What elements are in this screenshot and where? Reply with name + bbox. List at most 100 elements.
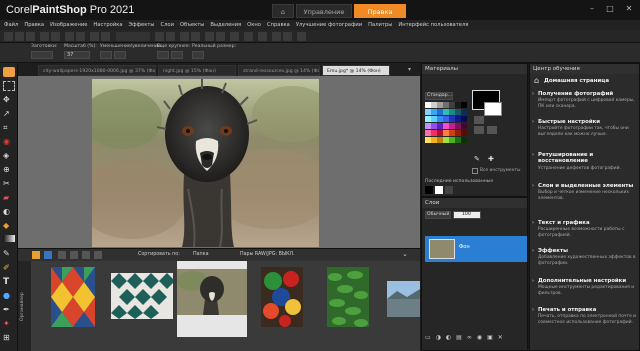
learning-item-get-photos[interactable]: › Получение фотографий Импорт фотографий… bbox=[532, 91, 638, 109]
actual-size-button[interactable] bbox=[192, 51, 204, 59]
tab-edit[interactable]: Правка bbox=[354, 4, 406, 18]
learning-home-link[interactable]: Домашняя страница bbox=[544, 78, 609, 84]
smart-fix-icon[interactable] bbox=[166, 32, 175, 41]
learning-item-advanced[interactable]: › Дополнительные настройки Мощные инстру… bbox=[532, 278, 638, 296]
settings-icon[interactable] bbox=[297, 32, 306, 41]
thumbnail-leaves[interactable] bbox=[327, 267, 369, 327]
learning-item-effects[interactable]: › Эффекты Добавление художественных эффе… bbox=[532, 248, 638, 266]
undo-icon[interactable] bbox=[65, 32, 74, 41]
tab-doc-strand[interactable]: strand-ressources.jpg @ 14% (Фон) bbox=[238, 65, 320, 76]
pan-tool-icon[interactable] bbox=[3, 67, 15, 77]
clone-tool-icon[interactable]: ⊕ bbox=[3, 165, 15, 175]
menu-help[interactable]: Справка bbox=[267, 22, 290, 28]
organizer-filter-icon[interactable] bbox=[70, 251, 78, 259]
copy-icon[interactable] bbox=[51, 32, 60, 41]
pattern-icon[interactable] bbox=[487, 126, 497, 134]
makeover-tool-icon[interactable]: ◈ bbox=[3, 151, 15, 161]
close-button[interactable]: ✕ bbox=[620, 2, 638, 16]
resize-icon[interactable] bbox=[101, 32, 110, 41]
layer-group-icon[interactable]: ▤ bbox=[456, 334, 462, 344]
menu-layers[interactable]: Слои bbox=[160, 22, 173, 28]
organizer-share-icon[interactable] bbox=[94, 251, 102, 259]
blend-mode-dropdown[interactable]: Обычный bbox=[425, 211, 451, 219]
more-tools-icon[interactable]: ⊞ bbox=[3, 333, 15, 343]
layer-icon[interactable] bbox=[191, 32, 200, 41]
organizer-tag-icon[interactable] bbox=[58, 251, 66, 259]
warp-brush-icon[interactable]: ✦ bbox=[3, 319, 15, 329]
organizer-star-icon[interactable] bbox=[82, 251, 90, 259]
zoom-icon[interactable] bbox=[230, 32, 239, 41]
background-color-swatch[interactable] bbox=[484, 102, 502, 116]
add-swatch-icon[interactable]: ✚ bbox=[488, 155, 494, 163]
eraser-tool-icon[interactable]: ▰ bbox=[3, 193, 15, 203]
thumbnail-vegetables[interactable] bbox=[261, 267, 303, 327]
art-media-icon[interactable]: ✐ bbox=[3, 263, 15, 273]
learning-item-layers[interactable]: › Слои и выделенные элементы Выбор и чет… bbox=[532, 183, 638, 201]
text-icon[interactable] bbox=[180, 32, 189, 41]
lock-icon[interactable]: ▣ bbox=[487, 334, 493, 344]
eyedropper-icon[interactable]: ✎ bbox=[474, 155, 480, 163]
texture-icon[interactable] bbox=[474, 126, 484, 134]
thumbnail-landscape[interactable] bbox=[387, 281, 420, 317]
gradient-tool-icon[interactable] bbox=[3, 235, 15, 242]
maximize-button[interactable]: □ bbox=[601, 2, 619, 16]
swap-colors-icon[interactable] bbox=[474, 116, 484, 124]
thumbnail-emu-selected[interactable] bbox=[177, 261, 247, 337]
menu-effects[interactable]: Эффекты bbox=[129, 22, 155, 28]
recent-colors-row[interactable] bbox=[425, 186, 525, 194]
grid-icon[interactable] bbox=[205, 32, 214, 41]
home-page-icon[interactable]: ⌂ bbox=[534, 76, 539, 85]
new-file-icon[interactable] bbox=[4, 32, 13, 41]
zoom-out-button[interactable] bbox=[100, 51, 112, 59]
fill-tool-icon[interactable]: ◆ bbox=[3, 221, 15, 231]
play-script-icon[interactable] bbox=[283, 32, 292, 41]
organizer-folder-icon[interactable] bbox=[44, 251, 52, 259]
scratch-remover-icon[interactable]: ✂ bbox=[3, 179, 15, 189]
menu-adjust[interactable]: Настройка bbox=[93, 22, 122, 28]
link-icon[interactable]: ∞ bbox=[467, 334, 472, 344]
guides-icon[interactable] bbox=[216, 32, 225, 41]
new-layer-icon[interactable]: ▭ bbox=[425, 334, 431, 344]
sort-folder-dropdown[interactable]: Папка bbox=[193, 252, 209, 257]
shape-tool-icon[interactable]: ● bbox=[3, 291, 15, 301]
menu-objects[interactable]: Объекты bbox=[180, 22, 204, 28]
color-swatches[interactable] bbox=[425, 102, 469, 148]
learning-item-quick-fix[interactable]: › Быстрые настройки Настройте фотографии… bbox=[532, 119, 638, 137]
lighten-tool-icon[interactable]: ◐ bbox=[3, 207, 15, 217]
pen-tool-icon[interactable]: ✒ bbox=[3, 305, 15, 315]
menu-enhance-photo[interactable]: Улучшение фотографии bbox=[296, 22, 362, 28]
info-icon[interactable] bbox=[244, 32, 253, 41]
organizer-view-icon[interactable] bbox=[32, 251, 40, 259]
delete-layer-icon[interactable]: ✕ bbox=[498, 334, 503, 344]
materials-mode-dropdown[interactable]: Стандар... bbox=[425, 92, 453, 100]
rotate-group[interactable] bbox=[116, 32, 150, 41]
menu-palettes[interactable]: Палитры bbox=[368, 22, 392, 28]
all-tools-checkbox[interactable] bbox=[472, 168, 478, 174]
red-eye-tool-icon[interactable]: ◉ bbox=[3, 137, 15, 147]
opacity-input[interactable]: 100 bbox=[453, 211, 481, 219]
menu-selections[interactable]: Выделения bbox=[210, 22, 241, 28]
histogram-icon[interactable] bbox=[155, 32, 164, 41]
print-icon[interactable] bbox=[40, 32, 49, 41]
tab-home[interactable]: ⌂ bbox=[272, 4, 294, 18]
layer-row-background[interactable]: Фон bbox=[425, 236, 527, 262]
tab-doc-night[interactable]: night.jpg @ 15% (Фон) bbox=[158, 65, 236, 76]
crop-tool-icon[interactable]: ⌗ bbox=[3, 123, 15, 133]
mask-icon[interactable]: ◑ bbox=[436, 334, 441, 344]
menu-edit[interactable]: Правка bbox=[24, 22, 44, 28]
tab-doc-city[interactable]: city-wallpapers-1920x1080-0006.jpg @ 37%… bbox=[38, 65, 156, 76]
menu-user-interface[interactable]: Интерфейс пользователя bbox=[398, 22, 468, 28]
menu-window[interactable]: Окно bbox=[247, 22, 261, 28]
move-tool-icon[interactable]: ✥ bbox=[3, 95, 15, 105]
learning-item-text-graphics[interactable]: › Текст и графика Расширенные возможност… bbox=[532, 220, 638, 238]
minimize-button[interactable]: – bbox=[583, 2, 601, 16]
menu-image[interactable]: Изображение bbox=[50, 22, 87, 28]
text-tool-icon[interactable]: T bbox=[3, 277, 15, 287]
crop-icon[interactable] bbox=[90, 32, 99, 41]
palette-icon[interactable] bbox=[258, 32, 267, 41]
save-icon[interactable] bbox=[26, 32, 35, 41]
tabs-menu-icon[interactable]: ▾ bbox=[408, 66, 411, 73]
presets-dropdown[interactable] bbox=[31, 51, 53, 59]
straighten-tool-icon[interactable]: ↗ bbox=[3, 109, 15, 119]
script-icon[interactable] bbox=[272, 32, 281, 41]
